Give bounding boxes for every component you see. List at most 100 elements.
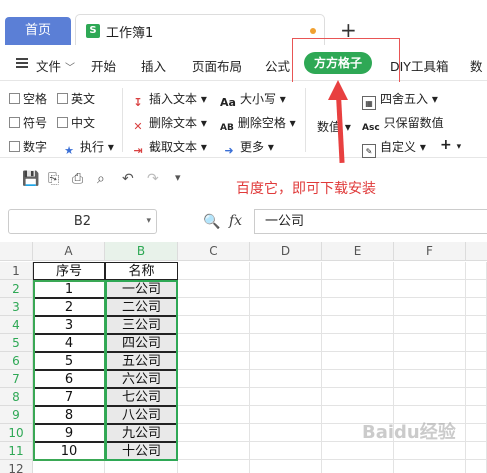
cell-name[interactable]: 六公司 bbox=[105, 370, 178, 388]
row-header[interactable]: 12 bbox=[0, 460, 33, 473]
cell-seq[interactable]: 4 bbox=[33, 334, 105, 352]
grid-cell[interactable] bbox=[322, 442, 394, 460]
customize-icon[interactable]: ▾ bbox=[175, 171, 181, 184]
grid-cell[interactable] bbox=[466, 316, 487, 334]
grid-cell[interactable] bbox=[178, 334, 250, 352]
checkbox-number[interactable]: 数字 bbox=[9, 138, 47, 155]
menu-insert[interactable]: 插入 bbox=[141, 56, 166, 75]
column-header-next[interactable] bbox=[466, 242, 487, 261]
cell-seq[interactable]: 3 bbox=[33, 316, 105, 334]
cell-seq[interactable]: 6 bbox=[33, 370, 105, 388]
grid-cell[interactable] bbox=[178, 442, 250, 460]
grid-cell[interactable] bbox=[394, 334, 466, 352]
checkbox-symbol[interactable]: 符号 bbox=[9, 114, 47, 131]
tab-home[interactable]: 首页 bbox=[5, 17, 71, 45]
name-box[interactable]: B2 ▾ bbox=[8, 209, 157, 234]
grid-cell[interactable] bbox=[250, 460, 322, 473]
corner-cell[interactable] bbox=[0, 242, 33, 261]
grid-cell[interactable] bbox=[322, 334, 394, 352]
grid-cell[interactable] bbox=[250, 316, 322, 334]
cell-seq[interactable]: 1 bbox=[33, 280, 105, 298]
grid-cell[interactable] bbox=[394, 262, 466, 280]
zoom-icon[interactable]: 🔍 bbox=[203, 214, 220, 230]
round-button[interactable]: ▦ 四舍五入 ▾ bbox=[362, 90, 438, 110]
grid-cell[interactable] bbox=[466, 280, 487, 298]
grid-cell[interactable] bbox=[250, 388, 322, 406]
grid-cell[interactable] bbox=[466, 334, 487, 352]
grid-cell[interactable] bbox=[466, 442, 487, 460]
grid-cell[interactable] bbox=[250, 262, 322, 280]
grid-cell[interactable] bbox=[322, 298, 394, 316]
grid-cell[interactable] bbox=[394, 388, 466, 406]
column-header-e[interactable]: E bbox=[322, 242, 394, 261]
menu-formula[interactable]: 公式 bbox=[265, 56, 290, 75]
grid-cell[interactable] bbox=[178, 352, 250, 370]
cell-seq[interactable]: 8 bbox=[33, 406, 105, 424]
grid-cell[interactable] bbox=[466, 460, 487, 473]
delete-space-button[interactable]: AB 删除空格 ▾ bbox=[220, 114, 296, 135]
checkbox-space[interactable]: 空格 bbox=[9, 90, 47, 107]
row-header[interactable]: 4 bbox=[0, 316, 33, 334]
grid-cell[interactable] bbox=[178, 406, 250, 424]
column-header-b[interactable]: B bbox=[105, 242, 178, 261]
checkbox-chinese[interactable]: 中文 bbox=[57, 114, 95, 131]
grid-cell[interactable] bbox=[322, 460, 394, 473]
row-header[interactable]: 3 bbox=[0, 298, 33, 316]
grid-cell[interactable] bbox=[178, 424, 250, 442]
numeric-button[interactable]: 数值 ▾ bbox=[317, 118, 351, 135]
grid-cell[interactable] bbox=[394, 280, 466, 298]
grid-cell[interactable] bbox=[394, 298, 466, 316]
row-header[interactable]: 1 bbox=[0, 262, 33, 280]
grid-cell[interactable] bbox=[250, 298, 322, 316]
grid-cell[interactable] bbox=[105, 460, 178, 473]
cell-name[interactable]: 一公司 bbox=[105, 280, 178, 298]
grid-cell[interactable] bbox=[466, 388, 487, 406]
cell-name[interactable]: 九公司 bbox=[105, 424, 178, 442]
cell-name[interactable]: 二公司 bbox=[105, 298, 178, 316]
grid-cell[interactable] bbox=[178, 262, 250, 280]
grid-cell[interactable] bbox=[322, 352, 394, 370]
grid-cell[interactable] bbox=[322, 262, 394, 280]
grid-cell[interactable] bbox=[250, 352, 322, 370]
menu-start[interactable]: 开始 bbox=[91, 56, 116, 75]
cell-name[interactable]: 十公司 bbox=[105, 442, 178, 460]
cell-seq[interactable]: 2 bbox=[33, 298, 105, 316]
row-header[interactable]: 9 bbox=[0, 406, 33, 424]
custom-button[interactable]: ✎ 自定义 ▾ bbox=[362, 138, 426, 158]
save-icon[interactable]: 💾 bbox=[22, 171, 39, 187]
grid-cell[interactable] bbox=[466, 352, 487, 370]
row-header[interactable]: 10 bbox=[0, 424, 33, 442]
grid-cell[interactable] bbox=[250, 406, 322, 424]
grid-cell[interactable] bbox=[178, 460, 250, 473]
grid-cell[interactable] bbox=[466, 298, 487, 316]
format-painter-icon[interactable]: ⎘ bbox=[48, 171, 59, 187]
grid-cell[interactable] bbox=[250, 442, 322, 460]
grid-cell[interactable] bbox=[178, 388, 250, 406]
row-header[interactable]: 8 bbox=[0, 388, 33, 406]
grid-cell[interactable] bbox=[394, 442, 466, 460]
undo-icon[interactable]: ↶ bbox=[122, 171, 134, 187]
row-header[interactable]: 11 bbox=[0, 442, 33, 460]
fx-icon[interactable]: fx bbox=[229, 213, 242, 229]
grid-cell[interactable] bbox=[394, 460, 466, 473]
grid-cell[interactable] bbox=[466, 370, 487, 388]
cell-name[interactable]: 八公司 bbox=[105, 406, 178, 424]
print-preview-icon[interactable]: ⌕ bbox=[97, 171, 105, 187]
more-button[interactable]: ➜ 更多 ▾ bbox=[222, 138, 273, 158]
grid-cell[interactable] bbox=[394, 370, 466, 388]
cell-seq[interactable]: 9 bbox=[33, 424, 105, 442]
insert-text-button[interactable]: ↧ 插入文本 ▾ bbox=[131, 90, 206, 110]
menu-icon[interactable] bbox=[16, 58, 28, 68]
redo-icon[interactable]: ↷ bbox=[147, 171, 159, 187]
formula-input[interactable]: 一公司 bbox=[254, 209, 487, 234]
row-header[interactable]: 7 bbox=[0, 370, 33, 388]
grid-cell[interactable] bbox=[466, 406, 487, 424]
grid-cell[interactable] bbox=[394, 316, 466, 334]
cell-name[interactable]: 七公司 bbox=[105, 388, 178, 406]
cell-seq[interactable]: 5 bbox=[33, 352, 105, 370]
header-cell-name[interactable]: 名称 bbox=[105, 262, 178, 280]
grid-cell[interactable] bbox=[394, 352, 466, 370]
add-button[interactable]: + ▾ bbox=[440, 137, 461, 153]
grid-cell[interactable] bbox=[178, 298, 250, 316]
grid-cell[interactable] bbox=[250, 280, 322, 298]
